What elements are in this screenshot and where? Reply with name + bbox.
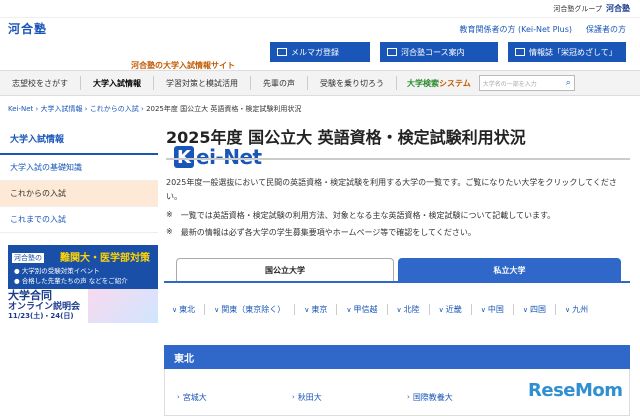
chevron-down-icon: ∨ — [214, 305, 220, 314]
region-link-kinki[interactable]: ∨ 近畿 — [430, 304, 472, 315]
kei-net-logo[interactable]: 河合塾 K ei-Net — [8, 20, 262, 169]
school-link[interactable]: › 国際教養大 — [407, 379, 522, 415]
chevron-down-icon: ∨ — [438, 305, 444, 314]
region-links: ∨ 東北 ∨ 関東（東京除く） ∨ 東京 ∨ 甲信越 ∨ 北陸 ∨ 近畿 ∨ 中国 ∨ 四国 ∨… — [166, 304, 632, 315]
grid-icon — [387, 48, 397, 56]
note: ※ 最新の情報は必ず各大学の学生募集要項やホームページ等で確認をしてください。 — [166, 227, 476, 237]
region-link-tohoku[interactable]: ∨ 東北 — [166, 304, 206, 315]
region-link-hokuriku[interactable]: ∨ 北陸 — [388, 304, 430, 315]
resemom-watermark: ReseMom — [528, 380, 623, 401]
chevron-right-icon: › — [292, 393, 295, 401]
page-title: 2025年度 国公立大 英語資格・検定試験利用状況 — [166, 124, 630, 160]
logo-kana: 河合塾 — [8, 22, 48, 36]
university-search-input[interactable]: 大学名の一部を入力 ⌕ — [478, 75, 575, 91]
course-guide-button[interactable]: 河合塾コース案内 — [380, 42, 498, 62]
global-nav: 志望校をさがす 大学入試情報 学習対策と模試活用 先輩の声 受験を乗り切ろう 大… — [0, 70, 640, 96]
chevron-down-icon: ∨ — [304, 305, 310, 314]
region-link-kanto[interactable]: ∨ 関東（東京除く） — [205, 304, 296, 315]
sidebar-item-basics[interactable]: 大学入試の基礎知識 — [0, 155, 158, 181]
online-briefing-banner[interactable]: 大学合同 オンライン説明会 11/23(土)・24(日) — [8, 289, 158, 325]
region-link-koshinetsu[interactable]: ∨ 甲信越 — [337, 304, 388, 315]
note: ※ 一覧では英語資格・検定試験の利用方法、対象となる主な英語資格・検定試験について… — [166, 210, 556, 220]
chevron-down-icon: ∨ — [172, 305, 178, 314]
search-icon[interactable]: ⌕ — [566, 78, 571, 88]
breadcrumb-item[interactable]: 大学入試情報 — [41, 105, 83, 113]
sidebar-item-upcoming[interactable]: これからの入試 — [0, 181, 158, 207]
chevron-down-icon: ∨ — [480, 305, 486, 314]
school-link[interactable]: › 宮城大 — [177, 379, 292, 415]
chevron-right-icon: › — [177, 393, 180, 401]
breadcrumb-current: 2025年度 国公立大 英語資格・検定試験利用状況 — [146, 105, 302, 113]
intro-text: 2025年度一般選抜において民間の英語資格・検定試験を利用する大学の一覧です。ご… — [166, 178, 617, 201]
book-icon — [515, 48, 525, 56]
sidebar: 大学入試情報 大学入試の基礎知識 これからの入試 これまでの入試 — [0, 124, 158, 233]
breadcrumb: Kei-Net › 大学入試情報 › これからの入試 › 2025年度 国公立大… — [8, 105, 302, 113]
university-type-tabs: 国公立大学 私立大学 — [176, 258, 631, 282]
region-link-chugoku[interactable]: ∨ 中国 — [472, 304, 514, 315]
chevron-right-icon: › — [407, 393, 410, 401]
region-link-kyushu[interactable]: ∨ 九州 — [556, 304, 597, 315]
parents-link[interactable]: 保護者の方 — [586, 24, 626, 35]
nav-item-admission-info[interactable]: 大学入試情報 — [81, 76, 154, 90]
school-link[interactable]: › 秋田大 — [292, 379, 407, 415]
sidebar-item-past[interactable]: これまでの入試 — [0, 207, 158, 233]
chevron-down-icon: ∨ — [346, 305, 352, 314]
newsletter-button[interactable]: メルマガ登録 — [270, 42, 370, 62]
tab-underline — [164, 281, 630, 283]
group-brand[interactable]: 河合塾 — [606, 3, 630, 14]
chevron-down-icon: ∨ — [565, 305, 571, 314]
region-link-tokyo[interactable]: ∨ 東京 — [295, 304, 338, 315]
chevron-down-icon: ∨ — [396, 305, 402, 314]
chevron-down-icon: ∨ — [522, 305, 528, 314]
nav-item-search-school[interactable]: 志望校をさがす — [0, 76, 81, 90]
nav-item-study[interactable]: 学習対策と模試活用 — [154, 76, 251, 90]
banner-illustration — [88, 289, 158, 323]
top-utility-bar: 河合塾グループ 河合塾 — [0, 0, 640, 18]
mail-icon — [277, 48, 287, 56]
nav-item-seniors[interactable]: 先輩の声 — [251, 76, 308, 90]
magazine-button[interactable]: 情報誌「栄冠めざして」 — [508, 42, 626, 62]
breadcrumb-item[interactable]: これからの入試 — [90, 105, 139, 113]
tab-private[interactable]: 私立大学 — [398, 258, 621, 282]
section-header-tohoku: 東北 — [164, 345, 630, 369]
main-content: 2025年度 国公立大 英語資格・検定試験利用状況 2025年度一般選抜において… — [166, 124, 630, 238]
group-label: 河合塾グループ — [553, 4, 602, 13]
elite-university-banner[interactable]: 河合塾の 難関大・医学部対策 ● 大学別の受験対策イベント ● 合格した先輩たち… — [8, 245, 158, 289]
nav-item-survive[interactable]: 受験を乗り切ろう — [308, 76, 397, 90]
breadcrumb-item[interactable]: Kei-Net — [8, 105, 33, 113]
university-search-system-link[interactable]: 大学検索システム — [397, 78, 477, 89]
region-link-shikoku[interactable]: ∨ 四国 — [514, 304, 556, 315]
educators-link[interactable]: 教育関係者の方 (Kei-Net Plus) — [459, 24, 572, 35]
site-header: 河合塾 K ei-Net 河合塾の大学入試情報サイト 教育関係者の方 (Kei-… — [0, 18, 640, 169]
sidebar-title[interactable]: 大学入試情報 — [0, 124, 158, 155]
tab-public[interactable]: 国公立大学 — [176, 258, 394, 282]
